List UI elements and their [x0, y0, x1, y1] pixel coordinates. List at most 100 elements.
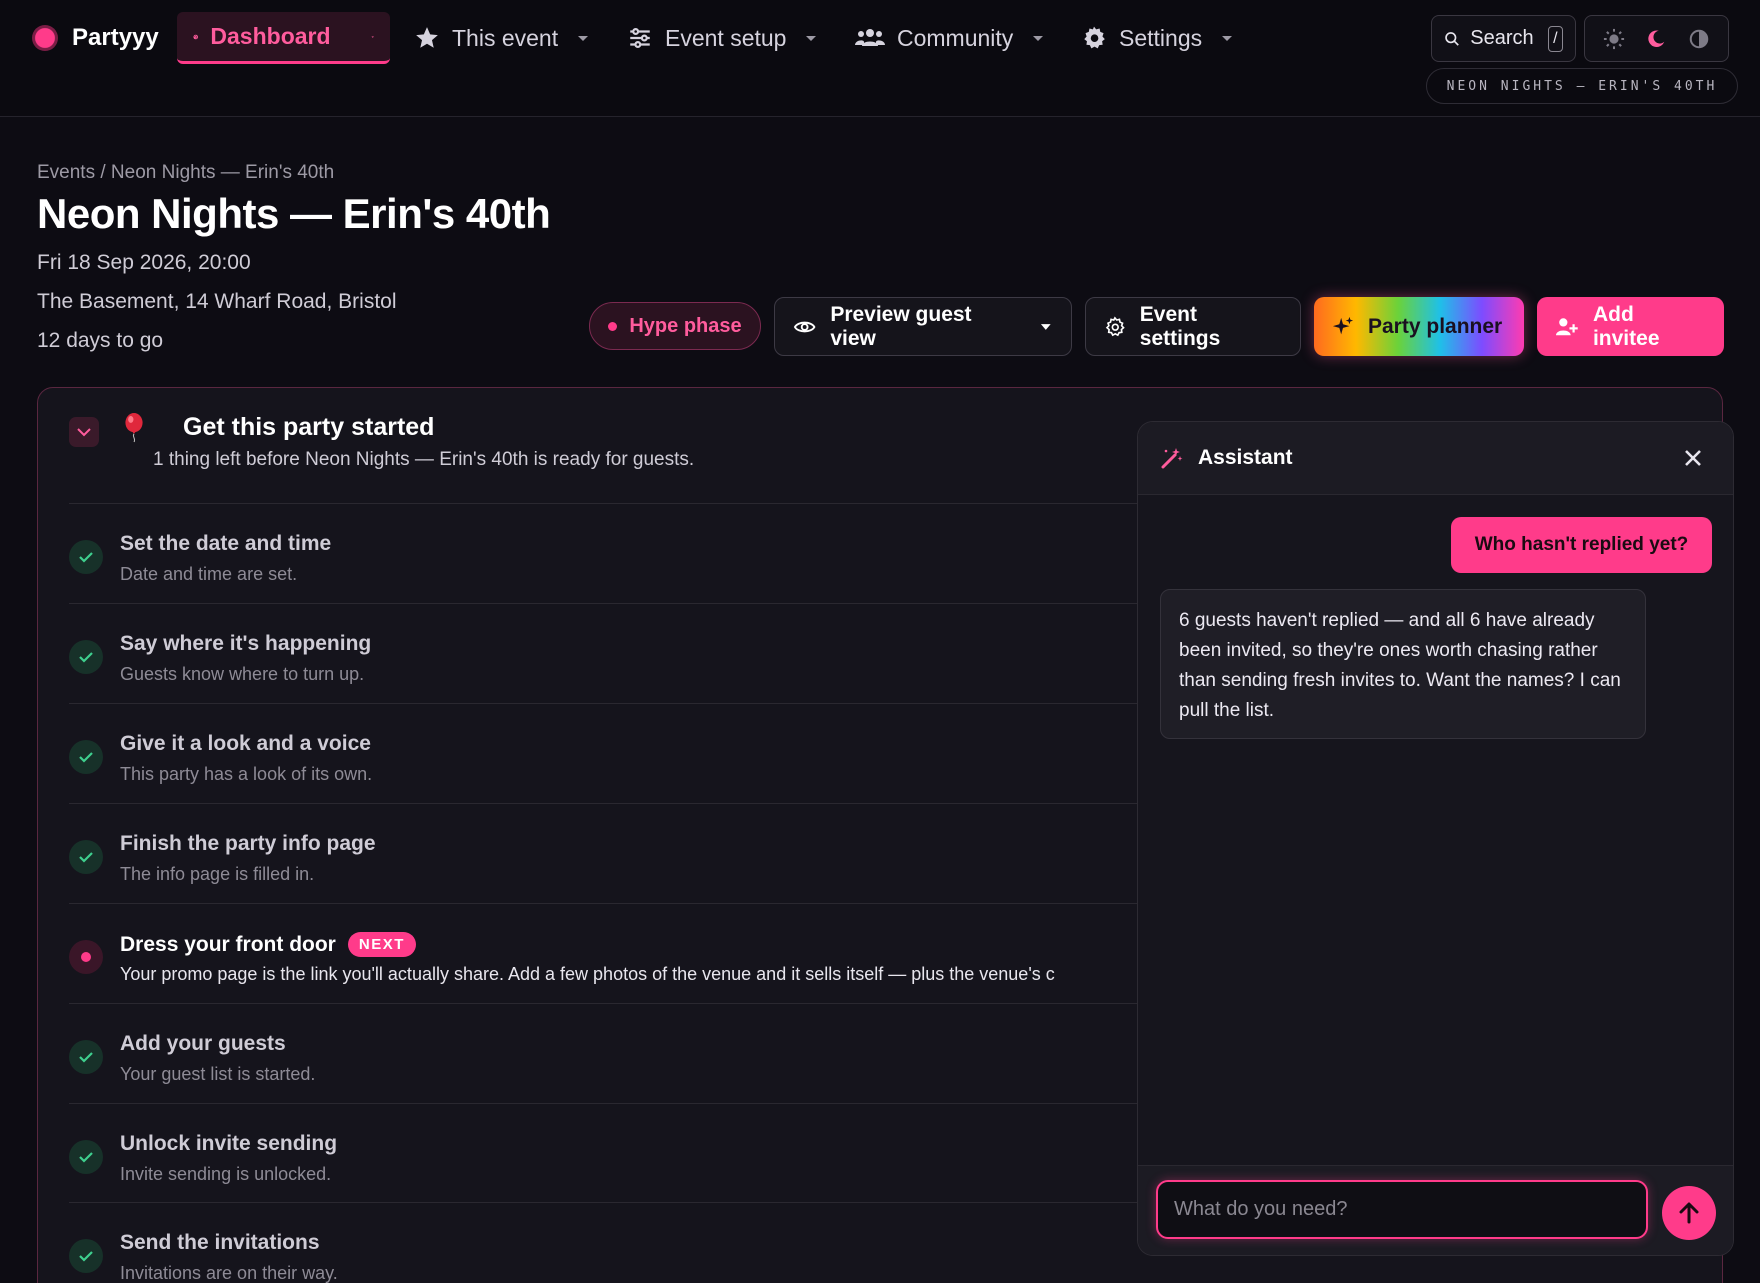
task-set-date[interactable]: Set the date and time Date and time are …: [69, 503, 1189, 603]
nav-community-label: Community: [897, 24, 1014, 51]
eye-icon: [793, 321, 816, 332]
sun-icon[interactable]: [1599, 24, 1629, 54]
event-countdown: 12 days to go: [37, 329, 164, 352]
task-title: Say where it's happening: [120, 632, 372, 655]
task-title: Give it a look and a voice: [120, 732, 371, 755]
moon-icon[interactable]: [1641, 24, 1671, 54]
chevron-down-icon: [1033, 36, 1044, 41]
task-location[interactable]: Say where it's happening Guests know whe…: [69, 603, 1189, 703]
sparkle-icon: [1332, 316, 1354, 334]
task-title: Unlock invite sending: [120, 1132, 338, 1155]
chevron-down-icon: [578, 36, 589, 41]
brand-logo[interactable]: Partyyy: [32, 22, 159, 54]
arrow-up-icon: [1679, 1202, 1699, 1224]
task-description: The info page is filled in.: [120, 864, 315, 884]
checklist-title: Get this party started: [183, 413, 435, 441]
task-add-guests[interactable]: Add your guests Your guest list is start…: [69, 1003, 1189, 1103]
nav-event-setup[interactable]: Event setup: [615, 12, 830, 64]
nav-this-event[interactable]: This event: [402, 12, 602, 64]
sliders-icon: [630, 28, 650, 48]
task-title: Set the date and time: [120, 532, 332, 555]
event-settings-label: Event settings: [1139, 302, 1221, 350]
check-icon: [69, 740, 103, 774]
task-description: Your guest list is started.: [120, 1064, 316, 1084]
party-planner-label: Party planner: [1368, 314, 1503, 338]
task-title: Dress your front door NEXT: [120, 932, 416, 957]
event-venue: The Basement, 14 Wharf Road, Bristol: [37, 290, 397, 313]
checklist-subtitle: 1 thing left before Neon Nights — Erin's…: [153, 449, 695, 470]
nav-settings[interactable]: Settings: [1069, 12, 1246, 64]
check-icon: [69, 640, 103, 674]
balloon-icon: [121, 413, 147, 443]
gear-icon: [1084, 26, 1105, 49]
add-user-icon: [1555, 317, 1578, 335]
close-icon[interactable]: [1683, 448, 1703, 468]
phase-dot-icon: [608, 321, 618, 331]
gear-icon: [1105, 315, 1125, 336]
phase-badge: Hype phase: [589, 302, 761, 350]
check-icon: [69, 840, 103, 874]
top-navbar: Partyyy Dashboard This event Event setup…: [0, 0, 1760, 117]
check-icon: [69, 1239, 103, 1273]
chevron-down-icon[interactable]: [1039, 322, 1053, 332]
check-icon: [69, 1040, 103, 1074]
task-title-text: Dress your front door: [120, 932, 336, 956]
send-button[interactable]: [1662, 1186, 1716, 1240]
assistant-message: 6 guests haven't replied — and all 6 hav…: [1160, 589, 1646, 739]
users-icon: [855, 29, 885, 46]
nav-event-setup-label: Event setup: [665, 24, 787, 51]
assistant-composer: [1138, 1165, 1733, 1255]
phase-label: Hype phase: [629, 314, 742, 337]
add-invitee-button[interactable]: Add invitee: [1537, 297, 1724, 356]
preview-guest-view-label: Preview guest view: [830, 302, 972, 350]
party-planner-button[interactable]: Party planner: [1314, 297, 1524, 356]
task-title: Send the invitations: [120, 1231, 320, 1254]
collapse-button[interactable]: [69, 417, 99, 447]
palette-icon: [193, 34, 198, 39]
task-title: Add your guests: [120, 1032, 286, 1055]
event-datetime: Fri 18 Sep 2026, 20:00: [37, 251, 251, 274]
nav-dashboard[interactable]: Dashboard: [177, 12, 390, 64]
nav-this-event-label: This event: [452, 24, 559, 51]
search-icon: [1445, 31, 1459, 46]
breadcrumb[interactable]: Events / Neon Nights — Erin's 40th: [37, 162, 334, 184]
event-settings-button[interactable]: Event settings: [1085, 297, 1301, 356]
task-description: Invite sending is unlocked.: [120, 1164, 332, 1184]
preview-guest-view-button[interactable]: Preview guest view: [774, 297, 1072, 356]
task-description: Your promo page is the link you'll actua…: [120, 964, 1055, 984]
chevron-down-icon: [806, 36, 817, 41]
nav-dashboard-label: Dashboard: [210, 23, 331, 49]
task-info-page[interactable]: Finish the party info page The info page…: [69, 803, 1189, 903]
magic-wand-icon: [1160, 446, 1184, 470]
nav-settings-label: Settings: [1119, 24, 1203, 51]
star-icon: [416, 27, 438, 48]
task-description: Guests know where to turn up.: [120, 664, 365, 684]
add-invitee-label: Add invitee: [1592, 302, 1660, 350]
current-event-chip[interactable]: NEON NIGHTS — ERIN'S 40TH: [1426, 68, 1738, 104]
task-title: Finish the party info page: [120, 832, 376, 855]
task-description: This party has a look of its own.: [120, 764, 373, 784]
pending-dot-icon: [69, 940, 103, 974]
check-icon: [69, 540, 103, 574]
task-description: Date and time are set.: [120, 564, 298, 584]
brand-name: Partyyy: [72, 24, 159, 51]
next-badge: NEXT: [347, 932, 416, 957]
chevron-down-icon: [77, 428, 91, 437]
theme-switcher: [1584, 15, 1729, 62]
assistant-header: Assistant: [1138, 422, 1733, 495]
task-front-door[interactable]: Dress your front door NEXT Your promo pa…: [69, 903, 1189, 1003]
search-button[interactable]: Search /: [1431, 15, 1576, 62]
contrast-icon[interactable]: [1684, 24, 1714, 54]
brand-dot-icon: [32, 25, 58, 51]
nav-community[interactable]: Community: [843, 12, 1057, 64]
checklist-header: Get this party started 1 thing left befo…: [69, 413, 1169, 503]
chevron-down-icon: [1222, 36, 1233, 41]
task-look-voice[interactable]: Give it a look and a voice This party ha…: [69, 703, 1189, 803]
task-unlock-invites[interactable]: Unlock invite sending Invite sending is …: [69, 1103, 1189, 1203]
user-message: Who hasn't replied yet?: [1451, 517, 1712, 573]
check-icon: [69, 1140, 103, 1174]
task-send-invitations[interactable]: Send the invitations Invitations are on …: [69, 1202, 1189, 1283]
assistant-input[interactable]: [1156, 1180, 1648, 1239]
assistant-panel: Assistant Who hasn't replied yet? 6 gues…: [1137, 421, 1734, 1256]
assistant-title: Assistant: [1198, 446, 1293, 469]
